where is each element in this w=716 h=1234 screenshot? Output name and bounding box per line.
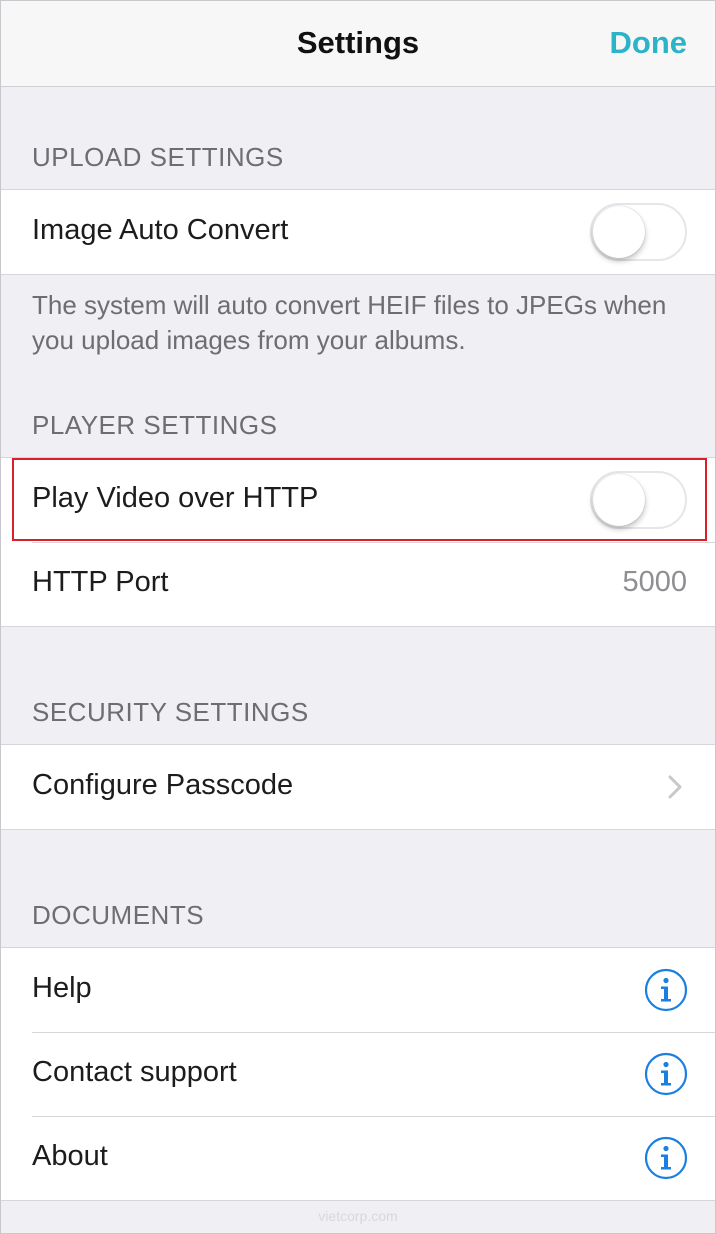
configure-passcode-row[interactable]: Configure Passcode [1, 745, 715, 829]
image-auto-convert-toggle[interactable] [590, 203, 687, 261]
upload-settings-group: Image Auto Convert [1, 189, 715, 275]
http-port-label: HTTP Port [32, 566, 169, 598]
upload-settings-header: UPLOAD SETTINGS [32, 142, 284, 172]
http-port-row[interactable]: HTTP Port 5000 [1, 542, 715, 626]
info-icon[interactable] [644, 968, 688, 1012]
watermark: vietcorp.com [318, 1208, 398, 1224]
info-icon[interactable] [644, 1052, 688, 1096]
image-auto-convert-label: Image Auto Convert [32, 214, 289, 246]
upload-settings-footnote: The system will auto convert HEIF files … [32, 290, 667, 355]
documents-group: Help Contact support About [1, 947, 715, 1201]
image-auto-convert-row: Image Auto Convert [1, 190, 715, 274]
chevron-right-icon [668, 775, 682, 799]
toggle-knob [593, 474, 645, 526]
about-row[interactable]: About [1, 1116, 715, 1200]
contact-support-label: Contact support [32, 1056, 237, 1088]
configure-passcode-label: Configure Passcode [32, 769, 294, 801]
done-button[interactable]: Done [610, 25, 688, 61]
play-video-http-toggle[interactable] [590, 471, 687, 529]
player-settings-group: Play Video over HTTP HTTP Port 5000 [1, 457, 715, 627]
http-port-value[interactable]: 5000 [622, 566, 687, 599]
about-label: About [32, 1140, 108, 1172]
player-settings-header: PLAYER SETTINGS [32, 410, 278, 440]
help-row[interactable]: Help [1, 948, 715, 1032]
contact-support-row[interactable]: Contact support [1, 1032, 715, 1116]
help-label: Help [32, 972, 92, 1004]
play-video-http-label: Play Video over HTTP [32, 482, 319, 514]
security-settings-header: SECURITY SETTINGS [32, 697, 309, 727]
play-video-http-row: Play Video over HTTP [1, 458, 715, 542]
security-settings-group: Configure Passcode [1, 744, 715, 830]
page-title: Settings [296, 25, 420, 60]
toggle-knob [593, 206, 645, 258]
navigation-bar: Settings Done [1, 1, 715, 87]
settings-screen: Settings Done UPLOAD SETTINGS Image Auto… [0, 0, 716, 1234]
documents-header: DOCUMENTS [32, 900, 205, 930]
info-icon[interactable] [644, 1136, 688, 1180]
